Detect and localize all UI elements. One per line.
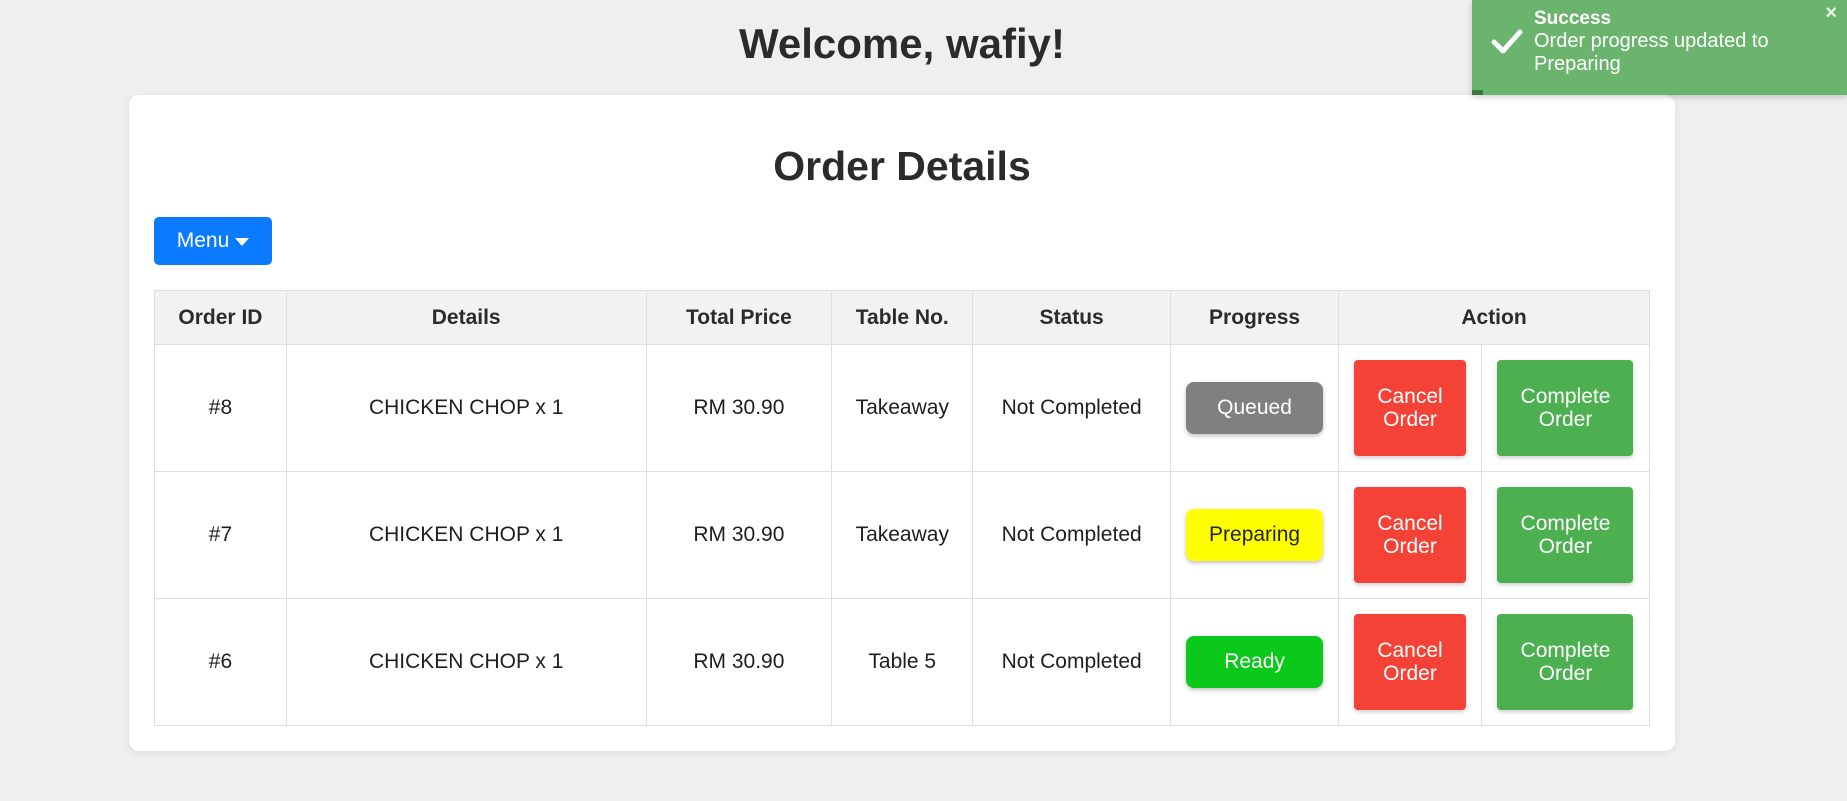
toast-title: Success [1534, 8, 1612, 29]
menu-button-label: Menu [176, 229, 230, 252]
order-progress-cell: Ready [1170, 598, 1340, 726]
order-progress-cell: Preparing [1170, 471, 1340, 599]
order-price-cell: RM 30.90 [645, 471, 833, 599]
cancel-order-button[interactable]: Cancel Order [1354, 614, 1466, 710]
cancel-cell: Cancel Order [1338, 471, 1482, 599]
table-row: #8 CHICKEN CHOP x 1 RM 30.90 Takeaway No… [154, 344, 1651, 472]
check-icon [1491, 29, 1523, 54]
header-total-price: Total Price [645, 290, 833, 345]
order-id-cell: #8 [154, 344, 287, 472]
order-price-cell: RM 30.90 [645, 598, 833, 726]
close-icon[interactable]: × [1825, 2, 1837, 25]
cancel-order-button[interactable]: Cancel Order [1354, 360, 1466, 456]
order-table-cell: Table 5 [831, 598, 974, 726]
table-row: #7 CHICKEN CHOP x 1 RM 30.90 Takeaway No… [154, 471, 1651, 599]
complete-cell: Complete Order [1480, 471, 1651, 599]
order-table-cell: Takeaway [831, 344, 974, 472]
header-status: Status [972, 290, 1172, 345]
order-details-cell: CHICKEN CHOP x 1 [285, 471, 647, 599]
complete-order-button[interactable]: Complete Order [1497, 487, 1634, 583]
header-action: Action [1338, 290, 1650, 345]
complete-cell: Complete Order [1480, 344, 1651, 472]
cancel-order-button[interactable]: Cancel Order [1354, 487, 1466, 583]
caret-down-icon [235, 238, 250, 246]
toast-progress-bar [1472, 90, 1484, 95]
progress-button-ready[interactable]: Ready [1186, 636, 1324, 688]
order-id-cell: #7 [154, 471, 287, 599]
page-title: Order Details [773, 143, 1031, 189]
header-order-id: Order ID [154, 290, 287, 345]
order-progress-cell: Queued [1170, 344, 1340, 472]
cancel-cell: Cancel Order [1338, 598, 1482, 726]
order-price-cell: RM 30.90 [645, 344, 833, 472]
order-status-cell: Not Completed [972, 598, 1172, 726]
order-table-cell: Takeaway [831, 471, 974, 599]
complete-cell: Complete Order [1480, 598, 1651, 726]
order-details-card: Order Details Menu Order ID Details Tota… [129, 95, 1675, 751]
orders-table: Order ID Details Total Price Table No. S… [154, 290, 1651, 726]
complete-order-button[interactable]: Complete Order [1497, 360, 1634, 456]
progress-button-queued[interactable]: Queued [1186, 382, 1324, 434]
table-row: #6 CHICKEN CHOP x 1 RM 30.90 Table 5 Not… [154, 598, 1651, 726]
order-status-cell: Not Completed [972, 471, 1172, 599]
header-details: Details [285, 290, 647, 345]
header-table-no: Table No. [831, 290, 974, 345]
order-details-cell: CHICKEN CHOP x 1 [285, 344, 647, 472]
toast-message: Order progress updated to Preparing [1534, 30, 1769, 75]
success-toast: Success Order progress updated to Prepar… [1472, 0, 1847, 95]
menu-dropdown-button[interactable]: Menu [154, 217, 272, 265]
progress-button-preparing[interactable]: Preparing [1186, 509, 1324, 561]
order-id-cell: #6 [154, 598, 287, 726]
order-details-cell: CHICKEN CHOP x 1 [285, 598, 647, 726]
table-header-row: Order ID Details Total Price Table No. S… [154, 290, 1650, 345]
header-progress: Progress [1170, 290, 1340, 345]
order-status-cell: Not Completed [972, 344, 1172, 472]
cancel-cell: Cancel Order [1338, 344, 1482, 472]
complete-order-button[interactable]: Complete Order [1497, 614, 1634, 710]
